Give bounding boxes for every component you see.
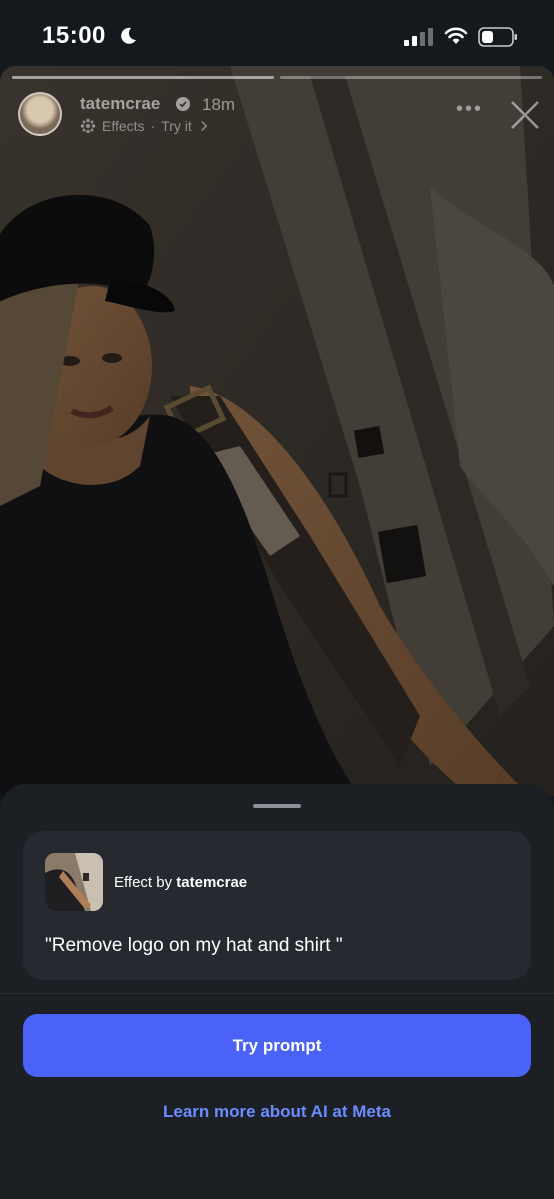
- status-bar: 15:00: [0, 0, 554, 70]
- try-it-label: Try it: [161, 118, 192, 134]
- effects-label: Effects: [102, 118, 145, 134]
- effect-prompt-card: Effect by tatemcrae "Remove logo on my h…: [23, 831, 531, 980]
- chevron-right-icon: [201, 120, 208, 132]
- story-viewer[interactable]: tatemcrae 18m Effects · Try it •••: [0, 66, 554, 796]
- verified-badge-icon: [176, 97, 190, 111]
- story-progress-segment-1: [12, 76, 274, 79]
- learn-more-ai-link[interactable]: Learn more about AI at Meta: [0, 1102, 554, 1122]
- moon-icon: [121, 27, 136, 44]
- effect-bottom-sheet: Effect by tatemcrae "Remove logo on my h…: [0, 784, 554, 1199]
- effect-by-label: Effect by tatemcrae: [114, 874, 247, 891]
- sheet-divider: [0, 993, 554, 994]
- more-icon[interactable]: •••: [456, 99, 483, 119]
- story-username[interactable]: tatemcrae: [80, 94, 160, 114]
- effects-icon: [80, 118, 96, 134]
- effect-prompt-text: "Remove logo on my hat and shirt ": [45, 935, 343, 956]
- effect-thumbnail: [45, 853, 103, 911]
- effects-separator: ·: [150, 118, 156, 134]
- try-prompt-button[interactable]: Try prompt: [23, 1014, 531, 1077]
- effects-try-it-link[interactable]: Effects · Try it: [80, 118, 210, 134]
- battery-icon: [478, 27, 517, 47]
- sheet-drag-handle[interactable]: [253, 804, 301, 808]
- close-icon[interactable]: [510, 100, 540, 130]
- story-dim-overlay: [0, 66, 554, 796]
- effect-by-user[interactable]: tatemcrae: [176, 874, 247, 891]
- story-progress-segment-2: [280, 76, 542, 79]
- status-time: 15:00: [42, 22, 106, 49]
- cellular-signal-icon: [404, 28, 433, 46]
- avatar[interactable]: [18, 92, 62, 136]
- effect-by-prefix: Effect by: [114, 874, 173, 891]
- wifi-icon: [444, 27, 468, 44]
- story-time-ago: 18m: [202, 95, 236, 114]
